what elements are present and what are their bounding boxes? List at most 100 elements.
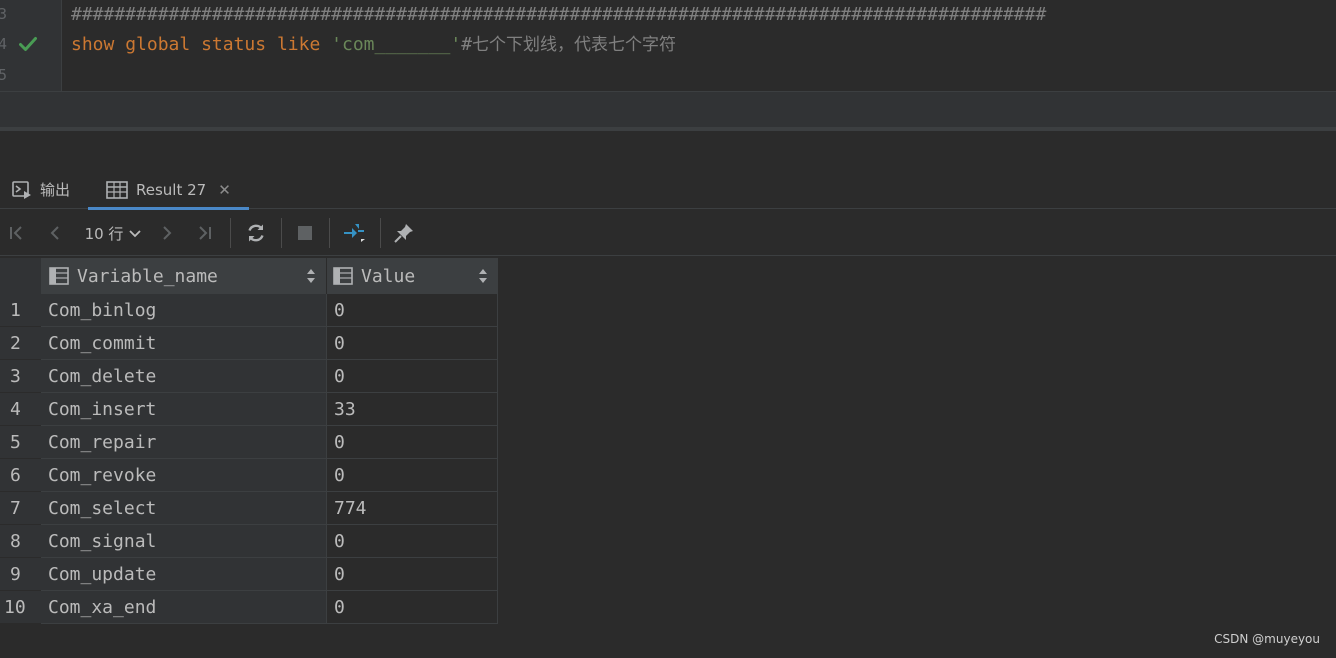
watermark-text: CSDN @muyeyou (1214, 632, 1320, 646)
editor-line-4[interactable]: 4 show global status like 'com_______'#七… (0, 29, 1336, 60)
table-row[interactable]: 8 Com_signal 0 (0, 525, 498, 558)
column-header-label: Variable_name (77, 265, 218, 287)
table-row[interactable]: 7 Com_select 774 (0, 492, 498, 525)
cell-value[interactable]: 0 (327, 558, 498, 591)
row-number: 5 (0, 426, 41, 459)
cell-value[interactable]: 0 (327, 525, 498, 558)
sql-editor[interactable]: 3 ######################################… (0, 0, 1336, 91)
row-number: 2 (0, 327, 41, 360)
grid-corner (0, 258, 41, 294)
cell-value[interactable]: 774 (327, 492, 498, 525)
result-toolbar: 10 行 (0, 210, 1336, 256)
row-number: 9 (0, 558, 41, 591)
comment-text: 七个下划线，代表七个字符 (472, 35, 677, 55)
sql-statement: show global status like 'com_______'#七个下… (71, 29, 676, 61)
line-number: 5 (0, 66, 8, 84)
chevron-down-icon (129, 224, 142, 242)
table-row[interactable]: 2 Com_commit 0 (0, 327, 498, 360)
cell-variable-name[interactable]: Com_update (41, 558, 327, 591)
rows-per-page-value: 10 行 (84, 224, 124, 243)
cell-variable-name[interactable]: Com_signal (41, 525, 327, 558)
table-row[interactable]: 6 Com_revoke 0 (0, 459, 498, 492)
column-header-variable-name[interactable]: Variable_name (41, 258, 327, 294)
column-icon (49, 267, 69, 285)
row-number: 3 (0, 360, 41, 393)
tab-result-27[interactable]: Result 27 ✕ (88, 170, 249, 210)
first-page-icon (10, 226, 22, 240)
keyword-status: status (201, 34, 267, 55)
sort-icon[interactable] (306, 267, 316, 290)
next-page-button[interactable] (156, 220, 178, 246)
row-number: 6 (0, 459, 41, 492)
cell-variable-name[interactable]: Com_insert (41, 393, 327, 426)
refresh-icon (248, 224, 264, 242)
refresh-button[interactable] (244, 220, 268, 246)
success-check-icon (19, 36, 37, 52)
cell-variable-name[interactable]: Com_select (41, 492, 327, 525)
services-tool-window: 输出 Result 27 ✕ 10 行 Variable_name Value … (0, 131, 1336, 658)
cell-variable-name[interactable]: Com_xa_end (41, 591, 327, 624)
last-page-button[interactable] (193, 220, 215, 246)
column-icon (333, 267, 353, 285)
compare-arrows-icon (344, 224, 365, 242)
table-row[interactable]: 4 Com_insert 33 (0, 393, 498, 426)
close-icon[interactable]: ✕ (218, 181, 231, 199)
row-number: 10 (0, 591, 41, 624)
cell-variable-name[interactable]: Com_delete (41, 360, 327, 393)
stop-button[interactable] (294, 220, 316, 246)
toolbar-divider (329, 218, 330, 248)
line-number: 3 (0, 5, 8, 23)
keyword-like: like (276, 34, 321, 55)
table-icon (106, 180, 128, 199)
previous-page-button[interactable] (44, 220, 66, 246)
cell-variable-name[interactable]: Com_repair (41, 426, 327, 459)
column-header-label: Value (361, 265, 416, 287)
tab-result-label: Result 27 (136, 180, 207, 199)
editor-horizontal-scrollbar[interactable] (0, 91, 1336, 128)
cell-value[interactable]: 0 (327, 360, 498, 393)
pin-tab-button[interactable] (392, 220, 416, 246)
cell-value[interactable]: 0 (327, 459, 498, 492)
keyword-show: show (71, 34, 115, 55)
row-number: 1 (0, 294, 41, 327)
cell-variable-name[interactable]: Com_binlog (41, 294, 327, 327)
compare-button[interactable] (341, 220, 369, 246)
console-output-icon (12, 180, 32, 199)
line-number: 4 (0, 35, 8, 53)
row-number: 8 (0, 525, 41, 558)
tab-output-label: 输出 (40, 181, 71, 199)
comment-hash: # (461, 34, 473, 55)
cell-variable-name[interactable]: Com_revoke (41, 459, 327, 492)
rows-per-page-select[interactable]: 10 行 (80, 220, 146, 246)
column-header-value[interactable]: Value (327, 258, 498, 294)
keyword-global: global (125, 34, 191, 55)
tab-output[interactable]: 输出 (12, 170, 70, 209)
editor-line-3[interactable]: 3 ######################################… (0, 0, 1336, 30)
table-row[interactable]: 1 Com_binlog 0 (0, 294, 498, 327)
first-page-button[interactable] (6, 220, 28, 246)
cell-variable-name[interactable]: Com_commit (41, 327, 327, 360)
pin-icon (394, 224, 413, 243)
cell-value[interactable]: 0 (327, 591, 498, 624)
toolbar-divider (380, 218, 381, 248)
cell-value[interactable]: 33 (327, 393, 498, 426)
chevron-left-icon (50, 226, 59, 240)
table-row[interactable]: 5 Com_repair 0 (0, 426, 498, 459)
cell-value[interactable]: 0 (327, 426, 498, 459)
table-row[interactable]: 3 Com_delete 0 (0, 360, 498, 393)
row-number: 7 (0, 492, 41, 525)
editor-line-5[interactable]: 5 (0, 60, 1336, 91)
last-page-icon (199, 226, 211, 240)
comment-text: ########################################… (71, 4, 1047, 25)
sort-icon[interactable] (478, 267, 488, 290)
table-row[interactable]: 9 Com_update 0 (0, 558, 498, 591)
table-row[interactable]: 10 Com_xa_end 0 (0, 591, 498, 624)
cell-value[interactable]: 0 (327, 294, 498, 327)
stop-icon (298, 226, 312, 240)
row-number: 4 (0, 393, 41, 426)
toolbar-divider (281, 218, 282, 248)
chevron-right-icon (163, 226, 172, 240)
string-literal: 'com_______' (331, 34, 462, 55)
cell-value[interactable]: 0 (327, 327, 498, 360)
toolbar-divider (230, 218, 231, 248)
